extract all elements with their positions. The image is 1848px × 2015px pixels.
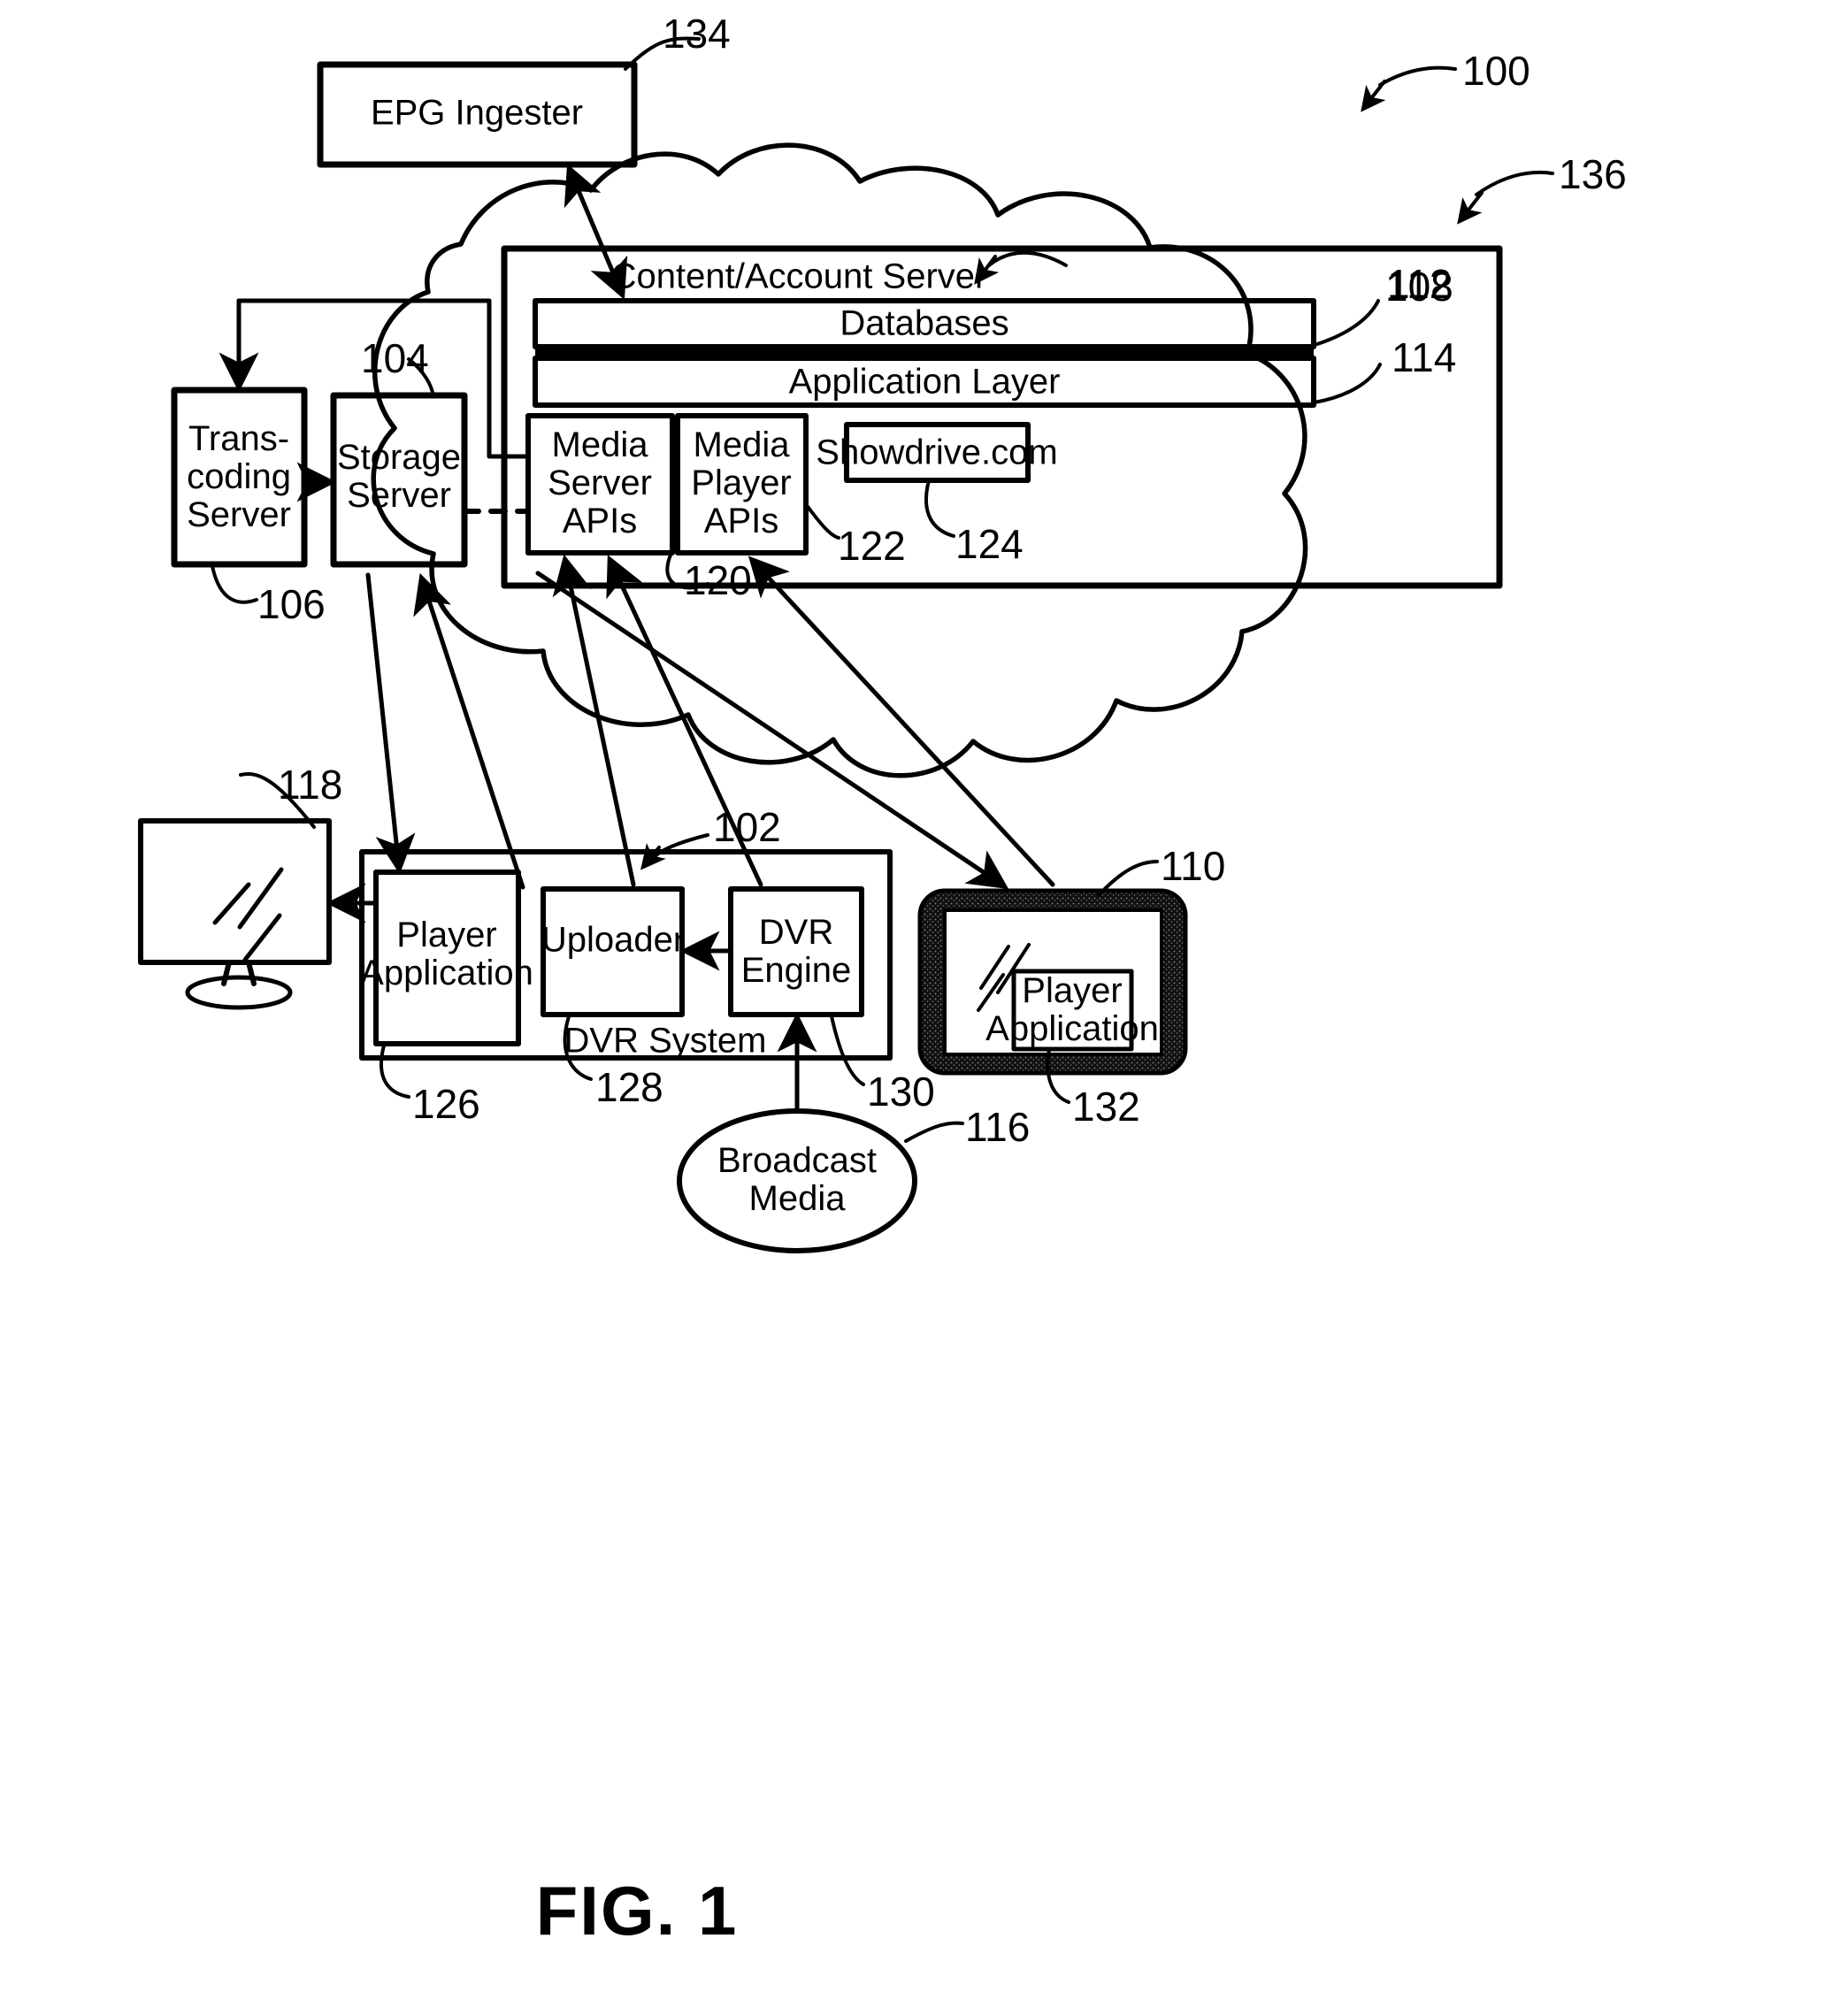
uploader-label: Uploader: [541, 920, 686, 960]
dvr-system-label: DVR System: [564, 1021, 767, 1061]
ref-114: 114: [1392, 334, 1457, 380]
application-layer-label: Application Layer: [788, 362, 1061, 402]
player-application-tablet-label: Player Application: [985, 970, 1159, 1048]
ref-110: 110: [1161, 843, 1226, 889]
ref-128: 128: [595, 1064, 663, 1110]
content-account-server-label: Content/Account Server: [610, 257, 987, 296]
showdrive-label: Showdrive.com: [816, 433, 1058, 472]
monitor-base: [185, 975, 293, 1010]
ref-116: 116: [965, 1104, 1031, 1150]
diagram-artwork: [138, 36, 1554, 1253]
databases-label: Databases: [840, 303, 1009, 343]
ref-124: 124: [955, 521, 1024, 567]
media-server-apis-label: Media Server APIs: [548, 425, 652, 541]
ref-136: 136: [1559, 151, 1627, 197]
ref-106: 106: [257, 581, 326, 627]
ref-102: 102: [713, 804, 781, 850]
ref-118: 118: [278, 762, 343, 808]
ref-100: 100: [1462, 48, 1530, 94]
epg-ingester-label: EPG Ingester: [370, 93, 584, 133]
monitor-screen: [138, 818, 332, 965]
media-player-apis-label: Media Player APIs: [691, 425, 792, 541]
storage-server-label: Storage Server: [336, 437, 462, 515]
ref-134: 134: [663, 11, 731, 57]
dvr-engine-label: DVR Engine: [740, 912, 852, 990]
patent-figure-canvas: EPG Ingester 134 100 136 Content/Account…: [0, 0, 1848, 2015]
ref-132: 132: [1072, 1084, 1140, 1130]
ref-122: 122: [838, 523, 906, 569]
ref-104: 104: [361, 335, 429, 381]
transcoding-server-label: Trans- coding Server: [187, 419, 291, 535]
ref-120: 120: [684, 557, 752, 603]
ref-126: 126: [412, 1081, 480, 1127]
ref-112: 112: [1387, 261, 1453, 307]
player-application-dvr-label: Player Application: [360, 915, 533, 992]
figure-caption: FIG. 1: [535, 1871, 739, 1950]
ref-130: 130: [867, 1069, 935, 1115]
broadcast-media-label: Broadcast Media: [717, 1140, 878, 1218]
